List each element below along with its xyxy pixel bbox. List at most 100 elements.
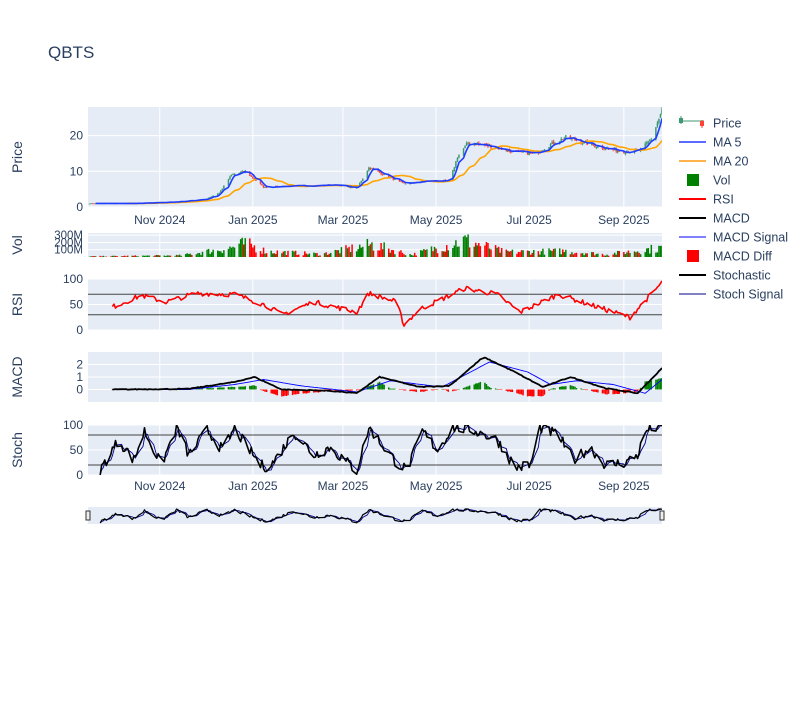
legend-item[interactable]: Stoch Signal	[679, 288, 783, 302]
volume-bar	[318, 256, 319, 257]
volume-bar	[275, 254, 276, 257]
legend-item[interactable]: MACD	[679, 212, 750, 226]
volume-bar	[168, 255, 169, 257]
macd-diff-bar	[477, 383, 478, 389]
volume-bar	[99, 256, 100, 257]
macd-diff-bar	[559, 387, 560, 390]
macd-diff-bar	[231, 387, 232, 390]
range-slider-handle[interactable]	[86, 511, 90, 520]
macd-diff-bar	[391, 389, 392, 390]
volume-bar	[380, 243, 381, 257]
stoch-y-tick-label: 0	[76, 468, 83, 482]
volume-bar	[640, 254, 641, 257]
volume-bar	[90, 256, 91, 257]
legend-item[interactable]: Stochastic	[679, 269, 771, 283]
legend-box-swatch	[687, 174, 699, 186]
volume-bar	[255, 252, 256, 257]
macd-diff-bar	[521, 390, 522, 395]
volume-bar	[202, 252, 203, 257]
candle-body	[466, 143, 467, 145]
volume-bar	[467, 234, 468, 257]
volume-bar	[594, 255, 595, 257]
volume-bar	[649, 253, 650, 257]
macd-diff-bar	[405, 390, 406, 391]
volume-bar	[628, 251, 629, 257]
macd-diff-bar	[281, 390, 282, 397]
volume-bar	[165, 256, 166, 257]
volume-bar	[403, 254, 404, 257]
macd-diff-bar	[591, 390, 592, 391]
candle-body	[368, 168, 369, 171]
macd-diff-bar	[379, 382, 380, 390]
macd-diff-bar	[464, 387, 465, 389]
volume-bar	[313, 253, 314, 257]
volume-bar	[177, 255, 178, 257]
legend[interactable]: Price MA 5 MA 20 Vol RSI MACD MACD Signal MACD …	[679, 116, 788, 302]
candle-body	[454, 167, 455, 171]
volume-bar	[121, 256, 122, 257]
volume-bar	[295, 251, 296, 257]
candle-body	[660, 114, 661, 118]
candle-body	[93, 203, 94, 204]
legend-item[interactable]: MA 20	[679, 155, 748, 169]
volume-bar	[648, 248, 649, 257]
volume-bar	[657, 252, 658, 257]
macd-diff-bar	[573, 386, 574, 389]
legend-item[interactable]: Vol	[687, 174, 730, 188]
range-slider-handle[interactable]	[660, 511, 664, 520]
volume-bar	[382, 249, 383, 257]
macd-diff-bar	[208, 388, 209, 389]
macd-diff-bar	[234, 387, 235, 389]
macd-diff-bar	[489, 387, 490, 389]
legend-label: RSI	[713, 193, 734, 207]
range-slider[interactable]	[86, 507, 664, 524]
legend-item[interactable]: RSI	[679, 193, 734, 207]
volume-bar	[512, 250, 513, 257]
volume-bar	[261, 254, 262, 257]
volume-bar	[231, 248, 232, 257]
macd-diff-bar	[602, 390, 603, 394]
volume-bar	[570, 254, 571, 257]
macd-diff-bar	[467, 386, 468, 389]
volume-bar	[496, 248, 497, 257]
volume-bar	[103, 256, 104, 257]
macd-diff-bar	[412, 390, 413, 392]
volume-bar	[170, 256, 171, 257]
volume-bar	[212, 250, 213, 257]
volume-bar	[425, 250, 426, 257]
vol-axis-title: Vol	[9, 235, 25, 254]
candle-body	[223, 186, 224, 189]
volume-bar	[548, 248, 549, 257]
macd-diff-bar	[426, 390, 427, 391]
legend-item[interactable]: MA 5	[679, 136, 742, 150]
macd-diff-bar	[544, 390, 545, 395]
volume-bar	[437, 253, 438, 257]
macd-diff-bar	[473, 385, 474, 390]
volume-bar	[232, 247, 233, 257]
macd-diff-bar	[583, 390, 584, 391]
volume-bar	[510, 251, 511, 257]
volume-bar	[240, 239, 241, 257]
macd-diff-bar	[638, 390, 639, 391]
volume-bar	[228, 249, 229, 257]
volume-bar	[125, 256, 126, 257]
candle-body	[562, 139, 563, 140]
macd-diff-bar	[466, 387, 467, 390]
volume-bar	[623, 252, 624, 257]
x-tick-label: Nov 2024	[134, 213, 186, 227]
x-tick-label: Jul 2025	[506, 213, 552, 227]
candle-body	[222, 189, 223, 191]
volume-bar	[191, 255, 192, 257]
legend-item[interactable]: Price	[679, 116, 742, 131]
volume-bar	[432, 251, 433, 257]
legend-item[interactable]: MACD Signal	[679, 231, 788, 245]
volume-bar	[124, 256, 125, 257]
macd-diff-bar	[441, 389, 442, 390]
volume-bar	[457, 247, 458, 257]
volume-bar	[309, 254, 310, 257]
macd-diff-bar	[510, 390, 511, 393]
legend-item[interactable]: MACD Diff	[687, 250, 772, 264]
volume-bar	[394, 254, 395, 257]
macd-diff-bar	[531, 390, 532, 397]
macd-diff-bar	[469, 386, 470, 390]
